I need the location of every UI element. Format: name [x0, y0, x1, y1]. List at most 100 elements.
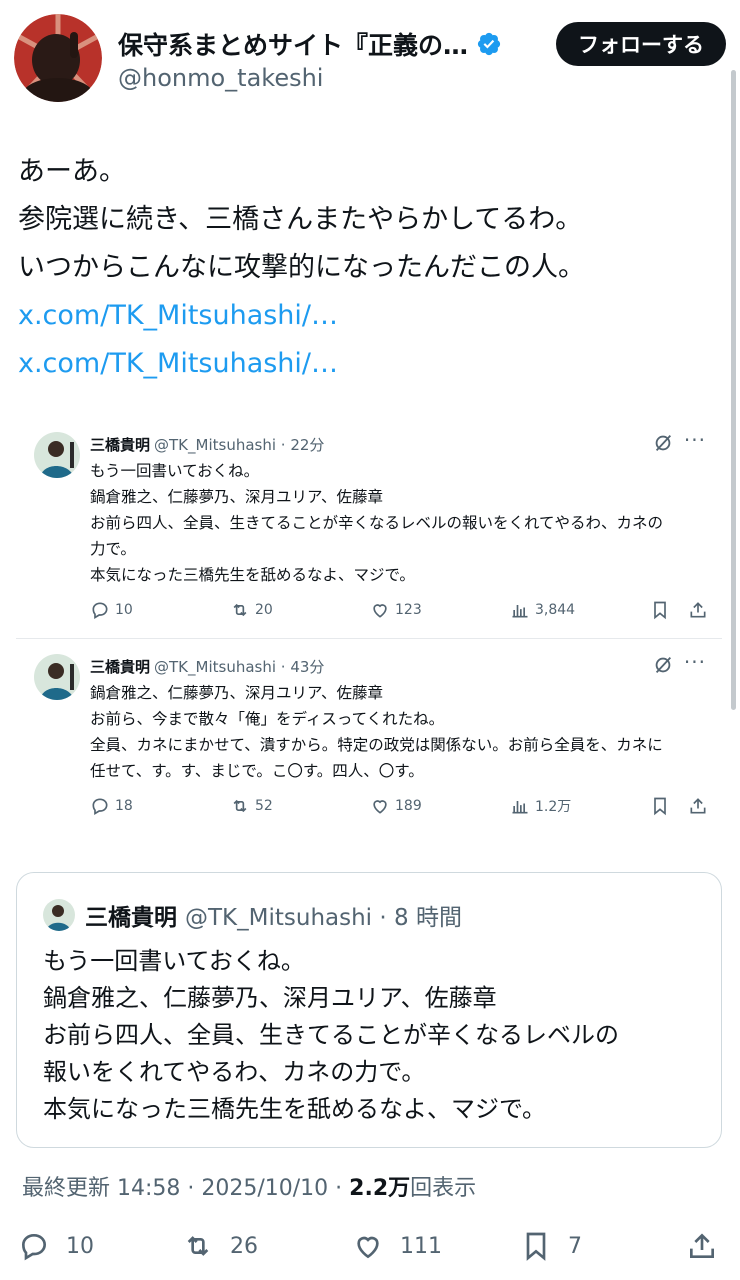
like-count: 111 [400, 1233, 442, 1259]
embed-text-line: 鍋倉雅之、仁藤夢乃、深月ユリア、佐藤章 [90, 488, 383, 506]
views-count: 3,844 [535, 602, 576, 618]
post-text-line: いつからこんなに攻撃的になったんだこの人。 [18, 252, 585, 283]
embed-handle-time[interactable]: @TK_Mitsuhashi · 22分 [154, 434, 324, 455]
embedded-post[interactable]: 三橋貴明 @TK_Mitsuhashi · 43分 ··· 鍋倉雅之、仁藤夢乃、… [34, 650, 720, 830]
views-button[interactable]: 1.2万 [510, 796, 571, 816]
embed-text-line: 任せて、す。す、まじで。こ〇す。四人、〇す。 [90, 762, 424, 780]
post-timestamp[interactable]: 最終更新 14:58 · 2025/10/10 · [22, 1176, 342, 1201]
bookmark-button[interactable] [650, 796, 675, 816]
bookmark-icon [654, 797, 666, 816]
reply-count: 10 [115, 602, 133, 618]
post-actions: 10 26 111 7 [18, 1228, 724, 1264]
embed-author-name[interactable]: 三橋貴明 [90, 434, 150, 455]
share-button[interactable] [688, 796, 713, 816]
more-options-icon[interactable]: ··· [684, 428, 706, 452]
post-header: 保守系まとめサイト『正義の… @honmo_takeshi フォローする [14, 14, 726, 104]
post-text-line: 参院選に続き、三橋さんまたやらかしてるわ。 [18, 204, 583, 235]
quote-text-line: もう一回書いておくね。 [43, 947, 305, 975]
post-text: あーあ。 参院選に続き、三橋さんまたやらかしてるわ。 いつからこんなに攻撃的にな… [18, 148, 728, 388]
embed-text-line: お前ら、今まで散々「俺」をディスってくれたね。 [90, 710, 445, 728]
repost-count: 26 [230, 1233, 258, 1259]
bookmark-icon [654, 601, 666, 620]
repost-icon [233, 603, 247, 617]
reply-button[interactable]: 10 [90, 600, 133, 620]
like-count: 189 [395, 798, 422, 814]
quote-avatar[interactable] [43, 899, 75, 931]
repost-button[interactable]: 52 [230, 796, 273, 816]
view-count: 2.2万 [349, 1176, 411, 1201]
reply-icon [92, 798, 108, 815]
divider [16, 638, 722, 639]
reply-icon [92, 602, 108, 619]
reply-count: 18 [115, 798, 133, 814]
views-button[interactable]: 3,844 [510, 600, 575, 620]
bookmark-count: 7 [568, 1233, 582, 1259]
avatar-person-icon [34, 432, 80, 478]
author-avatar[interactable] [14, 14, 102, 102]
views-chart-icon [512, 801, 528, 814]
quoted-post-card[interactable]: 三橋貴明 @TK_Mitsuhashi · 8 時間 もう一回書いておくね。 鍋… [16, 872, 722, 1148]
share-button[interactable] [688, 600, 713, 620]
embed-avatar[interactable] [34, 432, 80, 478]
views-count: 1.2万 [535, 799, 572, 815]
post-meta: 最終更新 14:58 · 2025/10/10 · 2.2万回表示 [22, 1170, 476, 1202]
avatar-silhouette-icon [14, 14, 102, 102]
repost-icon [233, 799, 247, 813]
like-button[interactable]: 111 [352, 1228, 442, 1264]
post-text-line: あーあ。 [18, 156, 126, 187]
embed-text: 鍋倉雅之、仁藤夢乃、深月ユリア、佐藤章 お前ら、今まで散々「俺」をディスってくれ… [90, 680, 720, 784]
embed-handle-time[interactable]: @TK_Mitsuhashi · 43分 [154, 656, 324, 677]
quote-text-line: 鍋倉雅之、仁藤夢乃、深月ユリア、佐藤章 [43, 984, 497, 1012]
avatar-person-icon [34, 654, 80, 700]
post-link[interactable]: x.com/TK_Mitsuhashi/… [18, 292, 728, 340]
share-button[interactable] [686, 1228, 734, 1264]
quote-text-line: 本気になった三橋先生を舐めるなよ、マジで。 [43, 1095, 547, 1123]
repost-count: 52 [255, 798, 273, 814]
repost-button[interactable]: 26 [182, 1228, 258, 1264]
embed-author-name[interactable]: 三橋貴明 [90, 656, 150, 677]
author-display-name[interactable]: 保守系まとめサイト『正義の… [118, 26, 468, 62]
embed-actions: 10 20 123 3,844 [90, 600, 720, 624]
quote-header: 三橋貴明 @TK_Mitsuhashi · 8 時間 [85, 899, 462, 931]
avatar-person-icon [43, 899, 75, 931]
embed-header: 三橋貴明 @TK_Mitsuhashi · 43分 [90, 656, 324, 677]
view-count-label: 回表示 [410, 1176, 477, 1201]
like-button[interactable]: 123 [370, 600, 422, 620]
embed-avatar[interactable] [34, 654, 80, 700]
embed-text-line: もう一回書いておくね。 [90, 462, 260, 480]
reply-icon [21, 1233, 47, 1261]
embed-text: もう一回書いておくね。 鍋倉雅之、仁藤夢乃、深月ユリア、佐藤章 お前ら四人、全員… [90, 458, 720, 588]
grok-icon[interactable] [652, 654, 674, 676]
heart-icon [373, 800, 387, 814]
scrollbar[interactable] [731, 70, 736, 710]
grok-icon[interactable] [652, 432, 674, 454]
quote-handle-time[interactable]: @TK_Mitsuhashi · 8 時間 [185, 898, 462, 932]
like-button[interactable]: 189 [370, 796, 422, 816]
share-icon [690, 602, 706, 618]
bookmark-icon [526, 1232, 546, 1261]
reply-button[interactable]: 18 [90, 796, 133, 816]
quote-author-name[interactable]: 三橋貴明 [85, 898, 177, 932]
more-options-icon[interactable]: ··· [684, 650, 706, 674]
repost-icon [187, 1236, 209, 1256]
bookmark-button[interactable] [650, 600, 675, 620]
verified-badge-icon [477, 32, 501, 56]
quote-text-line: 報いをくれてやるわ、カネの力で。 [43, 1058, 426, 1086]
bookmark-button[interactable]: 7 [520, 1228, 582, 1264]
repost-count: 20 [255, 602, 273, 618]
share-icon [690, 798, 706, 814]
embed-text-line: お前ら四人、全員、生きてることが辛くなるレベルの報いをくれてやるわ、カネの [90, 514, 664, 532]
author-handle[interactable]: @honmo_takeshi [118, 64, 323, 92]
heart-icon [373, 604, 387, 618]
embed-text-line: 鍋倉雅之、仁藤夢乃、深月ユリア、佐藤章 [90, 684, 383, 702]
embed-actions: 18 52 189 1.2万 [90, 796, 720, 820]
embed-header: 三橋貴明 @TK_Mitsuhashi · 22分 [90, 434, 324, 455]
follow-button[interactable]: フォローする [556, 22, 726, 66]
embedded-post[interactable]: 三橋貴明 @TK_Mitsuhashi · 22分 ··· もう一回書いておくね… [34, 428, 720, 632]
post-link[interactable]: x.com/TK_Mitsuhashi/… [18, 340, 728, 388]
share-icon [690, 1233, 714, 1258]
quote-text-line: お前ら四人、全員、生きてることが辛くなるレベルの [43, 1021, 619, 1049]
repost-button[interactable]: 20 [230, 600, 273, 620]
embed-text-line: 全員、カネにまかせて、潰すから。特定の政党は関係ない。お前ら全員を、カネに [90, 736, 663, 754]
reply-button[interactable]: 10 [18, 1228, 94, 1264]
